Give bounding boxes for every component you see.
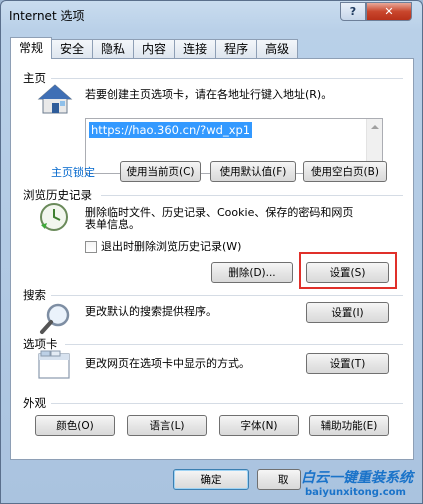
tab-privacy[interactable]: 隐私 [92, 39, 135, 59]
watermark-title: 白云一键重装系统 [301, 470, 413, 486]
tab-content[interactable]: 内容 [133, 39, 176, 59]
tabs-description: 更改网页在选项卡中显示的方式。 [85, 357, 250, 370]
tab-advanced[interactable]: 高级 [256, 39, 299, 59]
accessibility-button[interactable]: 辅助功能(E) [309, 415, 389, 436]
home-lock-link[interactable]: 主页锁定 [51, 164, 95, 180]
magnifier-icon [40, 303, 70, 334]
use-blank-button[interactable]: 使用空白页(B) [303, 161, 387, 182]
tabs-icon [38, 350, 70, 379]
search-description: 更改默认的搜索提供程序。 [85, 305, 217, 318]
house-icon [37, 84, 73, 114]
use-current-button[interactable]: 使用当前页(C) [120, 161, 201, 182]
ok-button[interactable]: 确定 [173, 469, 249, 490]
home-divider [51, 78, 403, 79]
close-button[interactable]: ✕ [366, 2, 412, 21]
cancel-button[interactable]: 取 [257, 469, 301, 490]
history-clock-icon [40, 203, 68, 231]
appearance-section-title: 外观 [23, 396, 46, 410]
fonts-button[interactable]: 字体(N) [219, 415, 299, 436]
languages-button[interactable]: 语言(L) [127, 415, 207, 436]
history-divider [101, 195, 403, 196]
window-title: Internet 选项 [9, 9, 85, 23]
tab-security[interactable]: 安全 [51, 39, 94, 59]
search-settings-button[interactable]: 设置(I) [306, 302, 389, 323]
scroll-up-icon[interactable] [371, 125, 379, 129]
help-button[interactable]: ? [340, 2, 366, 21]
tab-programs[interactable]: 程序 [215, 39, 258, 59]
home-description: 若要创建主页选项卡，请在各地址行键入地址(R)。 [85, 88, 333, 101]
general-tab-panel: 主页 若要创建主页选项卡，请在各地址行键入地址(R)。 https://hao.… [10, 58, 414, 460]
site-watermark: 白云一键重装系统 baiyunxitong.com [301, 467, 423, 504]
search-divider [51, 295, 403, 296]
internet-options-window: Internet 选项 ? ✕ 常规 安全 隐私 内容 连接 程序 高级 主页 … [0, 0, 423, 504]
tab-general[interactable]: 常规 [10, 37, 53, 59]
delete-on-exit-checkbox[interactable] [85, 241, 97, 253]
tab-strip: 常规 安全 隐私 内容 连接 程序 高级 [10, 37, 299, 59]
highlight-annotation [299, 252, 397, 289]
colors-button[interactable]: 颜色(O) [35, 415, 115, 436]
tabs-settings-button[interactable]: 设置(T) [306, 353, 389, 374]
title-bar: Internet 选项 ? ✕ [1, 1, 422, 29]
watermark-url: baiyunxitong.com [305, 487, 406, 498]
delete-history-button[interactable]: 删除(D)... [211, 262, 293, 283]
home-url-value: https://hao.360.cn/?wd_xp1 [89, 122, 253, 138]
tab-connections[interactable]: 连接 [174, 39, 217, 59]
use-default-button[interactable]: 使用默认值(F) [210, 161, 296, 182]
appearance-divider [51, 403, 403, 404]
tabs-divider [65, 344, 403, 345]
history-description-line2: 表单信息。 [85, 218, 140, 231]
delete-on-exit-label: 退出时删除浏览历史记录(W) [101, 240, 242, 253]
